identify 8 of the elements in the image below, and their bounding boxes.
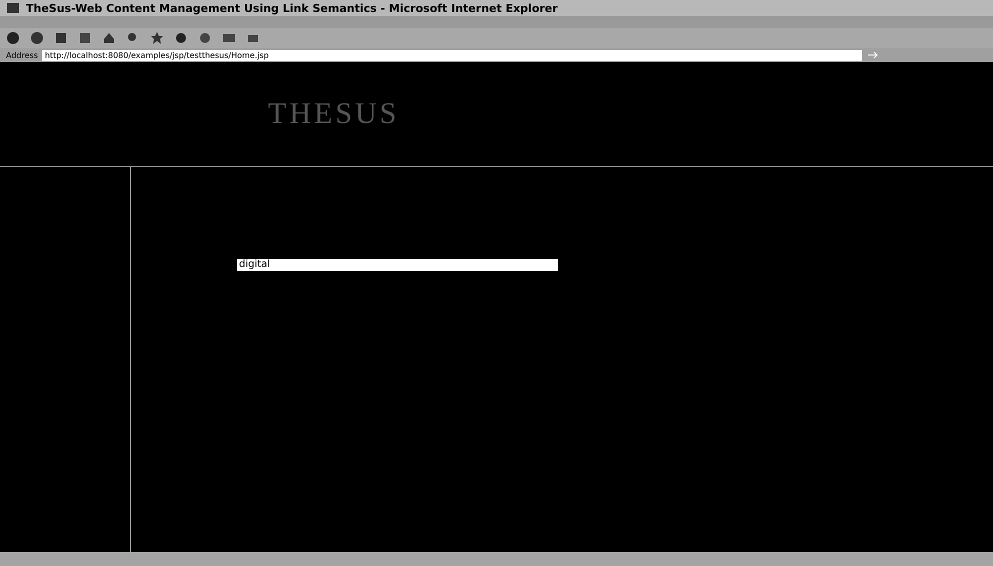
home-icon[interactable] [102,31,116,45]
browser-icon [6,1,20,15]
address-label: Address [6,50,38,60]
site-logo: THESUS [268,97,400,131]
star-icon[interactable] [150,31,164,45]
address-field[interactable]: http://localhost:8080/examples/jsp/testthesus/Home.jsp [42,50,862,60]
search-field[interactable]: digital [237,259,558,271]
window-title: TheSus-Web Content Management Using Link Semantics - Microsoft Internet Explorer [26,2,558,14]
